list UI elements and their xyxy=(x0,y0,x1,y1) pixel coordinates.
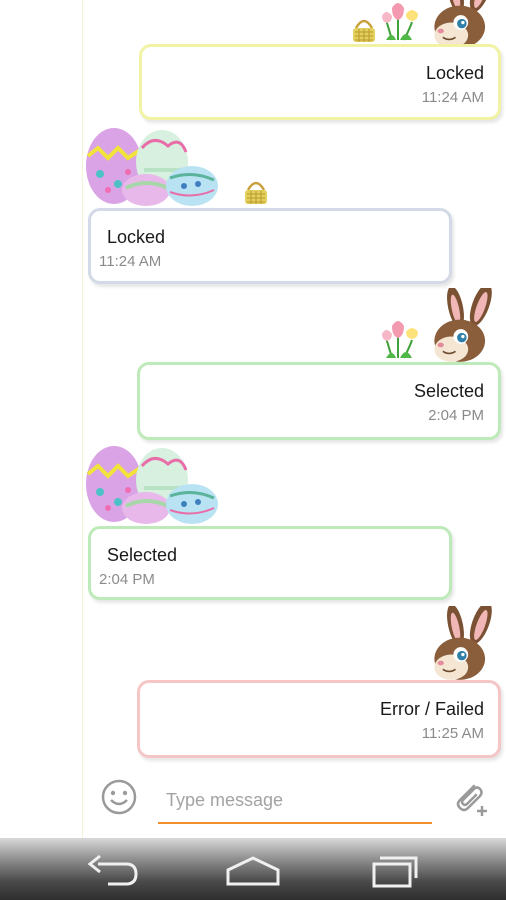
basket-icon xyxy=(352,19,377,44)
bunny-avatar xyxy=(433,0,498,49)
tulip-flowers xyxy=(382,2,419,41)
chat-screen: Locked 11:24 AM Locked 11:24 AM Selected… xyxy=(0,0,506,900)
message-time: 2:04 PM xyxy=(428,407,484,424)
smiley-icon[interactable] xyxy=(100,778,138,816)
message-time: 11:24 AM xyxy=(99,253,162,270)
bunny-avatar xyxy=(433,606,498,681)
message-bubble-incoming[interactable]: Locked 11:24 AM xyxy=(88,208,452,284)
message-bubble-incoming[interactable]: Selected 2:04 PM xyxy=(88,526,452,600)
message-status: Selected xyxy=(413,381,484,401)
message-status: Locked xyxy=(107,227,166,247)
home-icon[interactable] xyxy=(218,846,288,892)
easter-eggs xyxy=(84,126,220,208)
message-time: 2:04 PM xyxy=(99,571,155,588)
tulip-flowers xyxy=(382,320,419,359)
back-icon[interactable] xyxy=(78,846,148,892)
message-time: 11:25 AM xyxy=(421,725,484,742)
basket-icon xyxy=(244,181,269,206)
bunny-avatar xyxy=(433,288,498,363)
recent-apps-icon[interactable] xyxy=(360,846,430,892)
message-time: 11:24 AM xyxy=(421,89,484,106)
message-status: Locked xyxy=(425,63,484,83)
easter-eggs xyxy=(84,444,220,526)
divider xyxy=(82,0,83,838)
message-bubble-outgoing[interactable]: Locked 11:24 AM xyxy=(139,44,501,120)
message-status: Selected xyxy=(107,545,178,565)
paperclip-add-icon[interactable] xyxy=(450,778,490,818)
message-composer xyxy=(0,770,506,834)
message-input[interactable] xyxy=(158,778,432,824)
message-bubble-outgoing[interactable]: Error / Failed 11:25 AM xyxy=(137,680,501,758)
message-bubble-outgoing[interactable]: Selected 2:04 PM xyxy=(137,362,501,440)
message-status: Error / Failed xyxy=(379,699,484,719)
navigation-bar xyxy=(0,838,506,900)
